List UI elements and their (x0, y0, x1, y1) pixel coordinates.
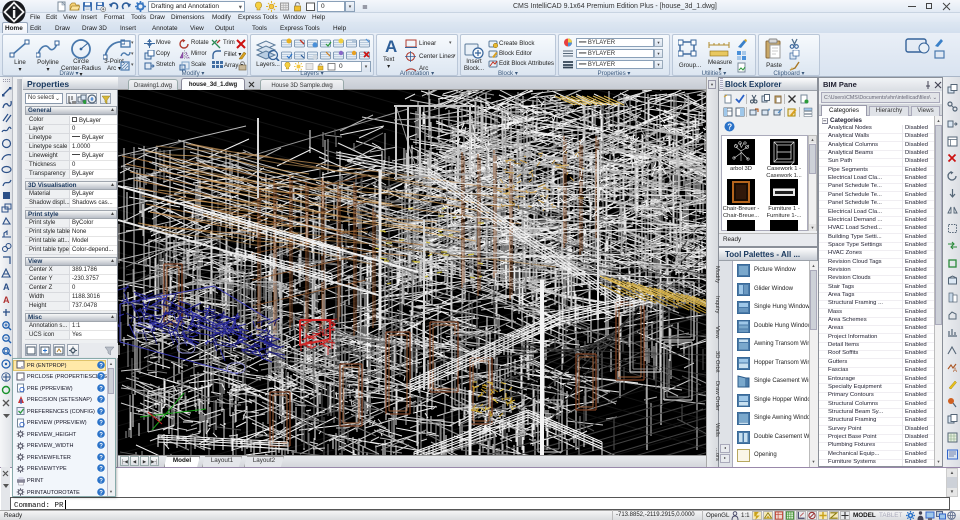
svg-text:?: ? (99, 455, 103, 461)
svg-text:?: ? (99, 467, 103, 473)
svg-text:?: ? (99, 386, 103, 392)
svg-text:?: ? (99, 478, 103, 484)
svg-text:?: ? (99, 420, 103, 426)
svg-text:?: ? (99, 374, 103, 380)
svg-text:?: ? (727, 122, 732, 131)
svg-text:?: ? (99, 490, 103, 496)
svg-text:?: ? (99, 397, 103, 403)
svg-text:?: ? (99, 432, 103, 438)
svg-text:?: ? (99, 363, 103, 369)
svg-text:A: A (3, 282, 10, 292)
svg-text:?: ? (99, 444, 103, 450)
svg-text:A: A (3, 295, 10, 305)
svg-text:A: A (953, 368, 957, 373)
svg-text:?: ? (99, 409, 103, 415)
